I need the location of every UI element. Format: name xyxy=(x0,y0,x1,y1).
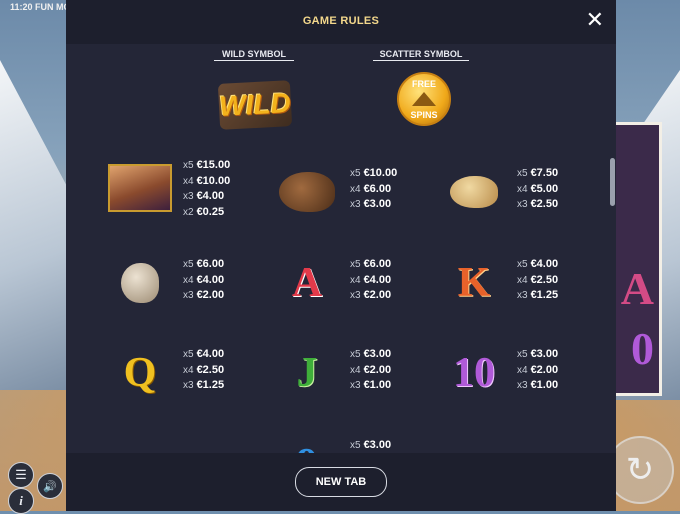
payouts: x5 €15.00 x4 €10.00 x3 €4.00 x2 €0.25 xyxy=(183,159,231,218)
payouts: x5 €4.00 x4 €2.50 x3 €1.25 xyxy=(517,258,559,301)
payouts: x5 €3.00 x4 €2.00 x3 €1.00 xyxy=(517,348,559,391)
menu-icon: ☰ xyxy=(15,467,27,482)
paytable-cell-9: 9 x5€3.00 xyxy=(271,438,441,453)
letter-k-icon: K xyxy=(457,260,491,306)
paytable-cell-q: Q x5 €4.00 x4 €2.50 x3 €1.25 xyxy=(104,347,274,417)
number-9-icon: 9 xyxy=(297,440,318,453)
menu-button[interactable]: ☰ xyxy=(8,462,34,488)
armadillo-icon xyxy=(450,176,498,208)
panel-title: GAME RULES xyxy=(302,15,380,27)
payouts: x5 €10.00 x4 €6.00 x3 €3.00 xyxy=(350,167,398,210)
paytable-cell-armadillo: x5 €7.50 x4 €5.00 x3 €2.50 xyxy=(438,166,608,236)
dodo-icon xyxy=(121,263,159,303)
info-icon: i xyxy=(19,493,23,508)
game-rules-panel: GAME RULES ✕ WILD SYMBOL SCATTER SYMBOL … xyxy=(66,0,616,511)
paytable-cell-a: A x5 €6.00 x4 €4.00 x3 €2.00 xyxy=(271,257,441,327)
wild-symbol-header: WILD SYMBOL xyxy=(214,49,294,61)
speaker-icon: 🔊 xyxy=(43,480,57,493)
info-button[interactable]: i xyxy=(8,488,34,514)
letter-q-icon: Q xyxy=(123,350,157,396)
letter-j-icon: J xyxy=(296,350,318,396)
spin-button[interactable]: ↻ xyxy=(606,436,674,504)
background-reel-letter-a: A xyxy=(620,263,654,314)
payouts: x5 €4.00 x4 €2.50 x3 €1.25 xyxy=(183,348,225,391)
payouts: x5 €7.50 x4 €5.00 x3 €2.50 xyxy=(517,167,559,210)
woolly-rhino-icon xyxy=(279,172,335,212)
payouts: x5 €6.00 x4 €4.00 x3 €2.00 xyxy=(183,258,225,301)
wild-symbol-icon: WILD xyxy=(217,80,293,130)
letter-a-icon: A xyxy=(291,260,323,306)
paytable-cell-mammoth: x5 €15.00 x4 €10.00 x3 €4.00 x2 €0.25 xyxy=(104,158,274,228)
paytable-cell-j: J x5 €3.00 x4 €2.00 x3 €1.00 xyxy=(271,347,441,417)
sound-button[interactable]: 🔊 xyxy=(37,473,63,499)
paytable-cell-k: K x5 €4.00 x4 €2.50 x3 €1.25 xyxy=(438,257,608,327)
scrollbar-thumb[interactable] xyxy=(610,158,615,206)
paytable-cell-rhino: x5 €10.00 x4 €6.00 x3 €3.00 xyxy=(271,166,441,236)
payouts: x5 €3.00 x4 €2.00 x3 €1.00 xyxy=(350,348,392,391)
rules-content[interactable]: WILD SYMBOL SCATTER SYMBOL WILD FREE SPI… xyxy=(66,44,616,453)
paytable-cell-dodo: x5 €6.00 x4 €4.00 x3 €2.00 xyxy=(104,257,274,327)
new-tab-button[interactable]: NEW TAB xyxy=(295,467,387,497)
payouts: x5 €3.00 xyxy=(350,439,392,451)
mammoth-icon xyxy=(108,164,172,212)
scatter-symbol-icon: FREE SPINS xyxy=(397,72,451,126)
close-icon[interactable]: ✕ xyxy=(586,8,604,32)
background-reel-letter-0: 0 xyxy=(631,323,654,374)
number-10-icon: 10 xyxy=(453,350,495,396)
panel-header: GAME RULES ✕ xyxy=(66,0,616,44)
scatter-symbol-header: SCATTER SYMBOL xyxy=(373,49,469,61)
payouts: x5 €6.00 x4 €4.00 x3 €2.00 xyxy=(350,258,392,301)
spin-icon: ↻ xyxy=(625,451,655,489)
status-bar: 11:20 FUN MO xyxy=(10,2,71,12)
paytable-cell-10: 10 x5 €3.00 x4 €2.00 x3 €1.00 xyxy=(438,347,608,417)
panel-footer: NEW TAB xyxy=(66,453,616,511)
